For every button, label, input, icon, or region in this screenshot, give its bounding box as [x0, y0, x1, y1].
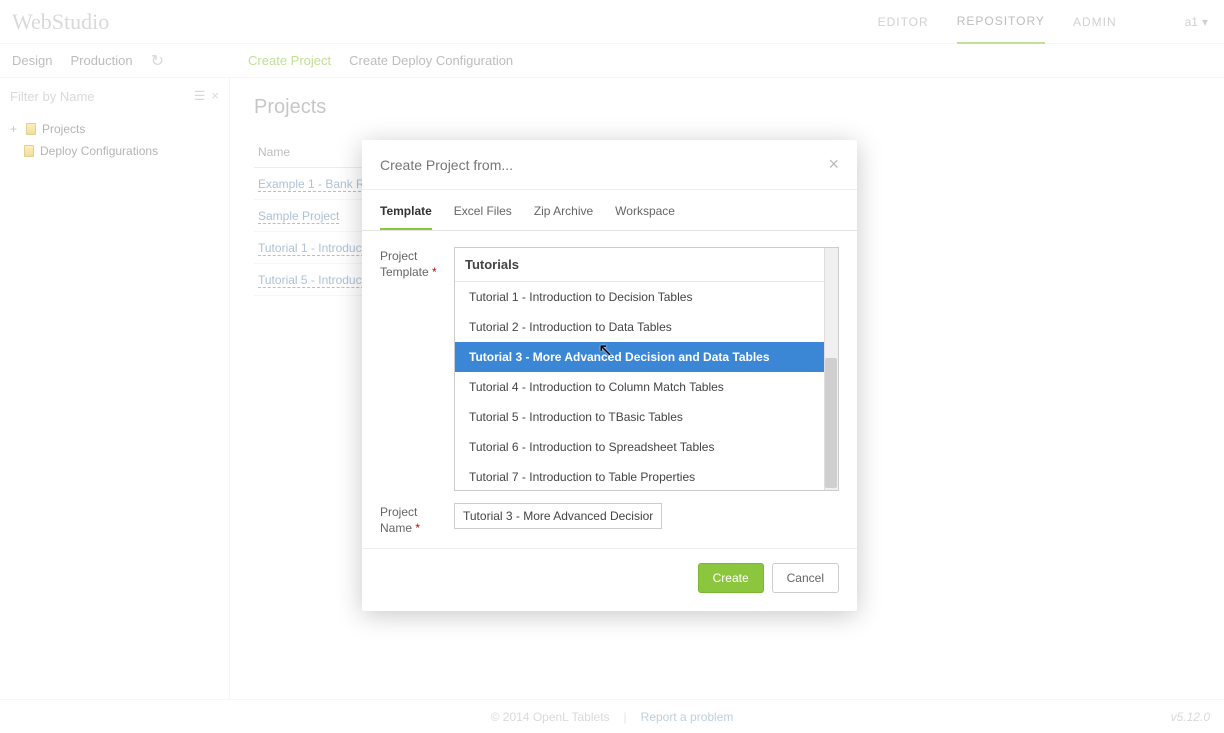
project-name-input[interactable] — [454, 503, 662, 529]
create-button[interactable]: Create — [698, 563, 764, 593]
tab-template[interactable]: Template — [380, 204, 432, 230]
template-option[interactable]: Tutorial 1 - Introduction to Decision Ta… — [455, 282, 824, 312]
label-project-name: Project Name * — [380, 503, 446, 536]
modal-footer: Create Cancel — [362, 548, 857, 611]
template-option[interactable]: Tutorial 7 - Introduction to Table Prope… — [455, 462, 824, 491]
modal-header: Create Project from... × — [362, 140, 857, 190]
group-header: Tutorials — [455, 248, 824, 282]
scrollbar-thumb[interactable] — [825, 358, 837, 488]
template-option[interactable]: Tutorial 3 - More Advanced Decision and … — [455, 342, 824, 372]
cancel-button[interactable]: Cancel — [772, 563, 839, 593]
template-option[interactable]: Tutorial 4 - Introduction to Column Matc… — [455, 372, 824, 402]
label-project-template: Project Template * — [380, 247, 446, 280]
modal-title: Create Project from... — [380, 157, 513, 173]
tab-excel[interactable]: Excel Files — [454, 204, 512, 230]
template-option[interactable]: Tutorial 2 - Introduction to Data Tables — [455, 312, 824, 342]
row-project-name: Project Name * — [380, 503, 839, 536]
template-option[interactable]: Tutorial 6 - Introduction to Spreadsheet… — [455, 432, 824, 462]
create-project-modal: Create Project from... × Template Excel … — [362, 140, 857, 611]
modal-body: Project Template * Tutorials Tutorial 1 … — [362, 231, 857, 536]
modal-tabs: Template Excel Files Zip Archive Workspa… — [362, 190, 857, 231]
template-listbox[interactable]: Tutorials Tutorial 1 - Introduction to D… — [454, 247, 839, 491]
scrollbar[interactable] — [824, 248, 838, 490]
row-project-template: Project Template * Tutorials Tutorial 1 … — [380, 247, 839, 491]
tab-workspace[interactable]: Workspace — [615, 204, 675, 230]
template-option[interactable]: Tutorial 5 - Introduction to TBasic Tabl… — [455, 402, 824, 432]
modal-close-icon[interactable]: × — [828, 154, 839, 175]
tab-zip[interactable]: Zip Archive — [534, 204, 593, 230]
